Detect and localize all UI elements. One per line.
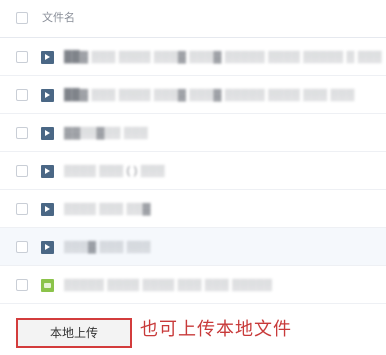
row-checkbox[interactable]	[16, 127, 28, 139]
upload-hint-annotation: 也可上传本地文件	[140, 319, 292, 340]
file-name[interactable]: ▒▒▒▒ ▒▒▒ ( ) ▒▒▒	[64, 164, 165, 178]
file-name[interactable]: ▓▓▒▒▓▒▒ ▒▒▒	[64, 126, 148, 140]
row-checkbox[interactable]	[16, 51, 28, 63]
file-name[interactable]: ▒▒▒▒ ▒▒▒ ▒▒▓	[64, 202, 151, 216]
document-file-icon	[41, 279, 54, 292]
local-upload-button[interactable]: 本地上传	[16, 318, 132, 348]
file-row[interactable]: ▒▒▒▒ ▒▒▒ ▒▒▓	[0, 190, 386, 228]
file-list-header: 文件名	[0, 0, 386, 38]
row-checkbox[interactable]	[16, 203, 28, 215]
file-row[interactable]: ▒▒▒▒ ▒▒▒ ( ) ▒▒▒	[0, 152, 386, 190]
file-name[interactable]: ▒▒▒▓ ▒▒▒ ▒▒▒	[64, 240, 151, 254]
file-name[interactable]: ▒▒▒▒▒ ▒▒▒▒ ▒▒▒▒ ▒▒▒ ▒▒▒ ▒▒▒▒▒	[64, 278, 272, 292]
video-file-icon	[41, 89, 54, 102]
file-list-panel: 文件名 ██▓ ▒▒▒ ▒▒▒▒ ▒▒▒▓ ▒▒▒▓ ▒▒▒▒▒ ▒▒▒▒ ▒▒…	[0, 0, 386, 355]
row-checkbox[interactable]	[16, 241, 28, 253]
filename-column-header: 文件名	[42, 12, 75, 24]
file-row[interactable]: ▒▒▒▓ ▒▒▒ ▒▒▒	[0, 228, 386, 266]
file-name[interactable]: ██▓ ▒▒▒ ▒▒▒▒ ▒▒▒▓ ▒▒▒▓ ▒▒▒▒▒ ▒▒▒▒ ▒▒▒▒▒ …	[64, 50, 382, 64]
video-file-icon	[41, 203, 54, 216]
row-checkbox[interactable]	[16, 279, 28, 291]
file-row[interactable]: ▓▓▒▒▓▒▒ ▒▒▒	[0, 114, 386, 152]
video-file-icon	[41, 165, 54, 178]
select-all-checkbox[interactable]	[16, 12, 28, 24]
row-checkbox[interactable]	[16, 89, 28, 101]
file-row[interactable]: ▒▒▒▒▒ ▒▒▒▒ ▒▒▒▒ ▒▒▒ ▒▒▒ ▒▒▒▒▒	[0, 266, 386, 304]
file-name[interactable]: ██▓ ▒▒▒ ▒▒▒▒ ▒▒▒▓ ▒▒▒▓ ▒▒▒▒▒ ▒▒▒▒ ▒▒▒ ▒▒…	[64, 88, 355, 102]
video-file-icon	[41, 241, 54, 254]
row-checkbox[interactable]	[16, 165, 28, 177]
video-file-icon	[41, 51, 54, 64]
video-file-icon	[41, 127, 54, 140]
file-row[interactable]: ██▓ ▒▒▒ ▒▒▒▒ ▒▒▒▓ ▒▒▒▓ ▒▒▒▒▒ ▒▒▒▒ ▒▒▒ ▒▒…	[0, 76, 386, 114]
file-row[interactable]: ██▓ ▒▒▒ ▒▒▒▒ ▒▒▒▓ ▒▒▒▓ ▒▒▒▒▒ ▒▒▒▒ ▒▒▒▒▒ …	[0, 38, 386, 76]
